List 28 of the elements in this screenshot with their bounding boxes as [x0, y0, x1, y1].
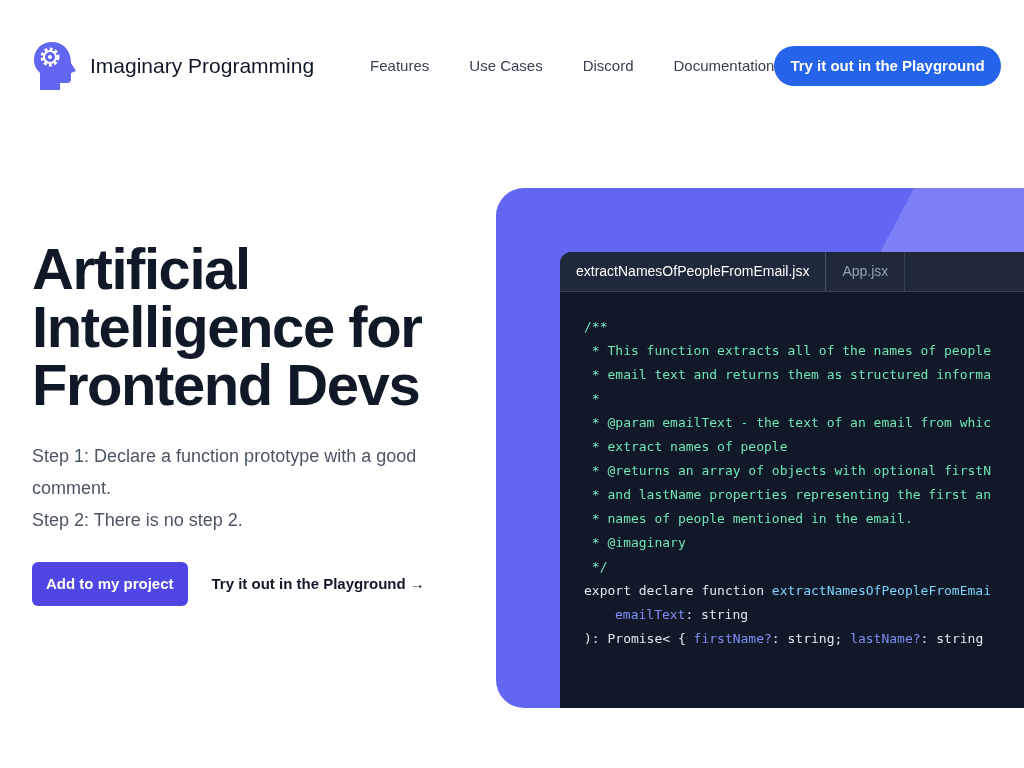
- step-text: Step 2: There is no step 2.: [32, 509, 244, 532]
- file-tab[interactable]: App.jsx: [826, 252, 906, 291]
- nav-link[interactable]: Features: [370, 54, 430, 78]
- step-text: Step 1: Declare a function prototype with a good comment.: [32, 445, 418, 500]
- add-to-project-button[interactable]: Add to my project: [32, 562, 188, 606]
- code-line: /**: [584, 318, 608, 336]
- brand-name[interactable]: Imaginary Programming: [90, 50, 315, 82]
- code-line: * @param emailText - the text of an email from whic: [590, 414, 991, 432]
- hero-heading: Artificial Intelligence for Frontend Devs: [32, 240, 423, 414]
- playground-button[interactable]: Try it out in the Playground: [774, 46, 1001, 86]
- code-line: export declare function extractNamesOfPeopleFromEmai: [584, 582, 991, 600]
- code-line: * extract names of people: [590, 438, 788, 456]
- code-line: * @returns an array of objects with optional firstN: [590, 462, 991, 480]
- nav-link[interactable]: Discord: [582, 54, 634, 78]
- code-line: *: [590, 390, 600, 408]
- nav-link[interactable]: Documentation: [673, 54, 775, 78]
- code-line: * @imaginary: [590, 534, 686, 552]
- nav-link[interactable]: Use Cases: [469, 54, 543, 78]
- head-gear-logo-icon: [32, 40, 78, 92]
- file-tab[interactable]: extractNamesOfPeopleFromEmail.jsx: [560, 252, 827, 291]
- code-line: * This function extracts all of the names of people: [590, 342, 991, 360]
- code-line: */: [590, 558, 608, 576]
- code-line: ): Promise< { firstName?: string; lastName?: string: [584, 630, 984, 648]
- code-line: * email text and returns them as structured informa: [590, 366, 991, 384]
- playground-link[interactable]: Try it out in the Playground →: [211, 572, 425, 596]
- code-line: emailText: string: [614, 606, 749, 624]
- code-line: * and lastName properties representing the first an: [590, 486, 991, 504]
- code-line: * names of people mentioned in the email.: [590, 510, 913, 528]
